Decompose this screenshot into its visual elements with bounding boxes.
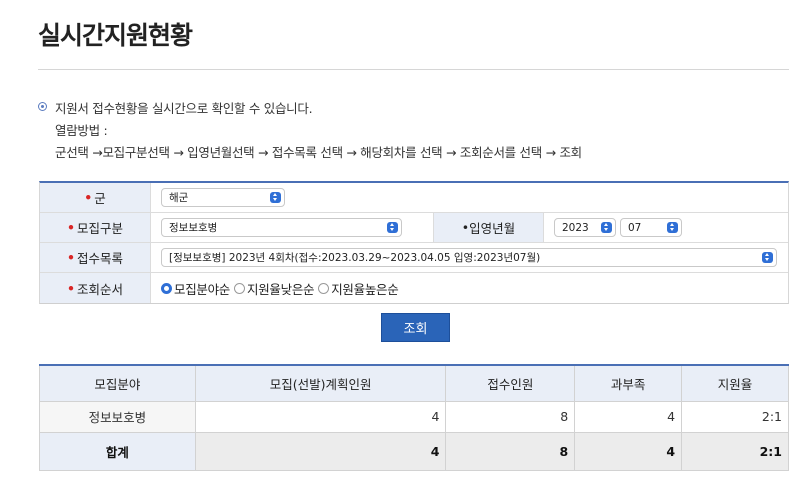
search-button[interactable]: 조회 (381, 313, 450, 342)
select-arrow-icon (387, 222, 398, 233)
form-row-order: • 조회순서 모집분야순 지원율낮은순 지원율높은순 (40, 273, 788, 303)
enlist-month-select[interactable]: 07 (620, 218, 682, 237)
select-arrow-icon (270, 192, 281, 203)
branch-label: • 군 (40, 183, 151, 212)
required-mark: • (66, 220, 75, 235)
receipt-select[interactable]: [정보보호병] 2023년 4회차(접수:2023.03.29~2023.04.… (161, 248, 777, 267)
cell-rate: 2:1 (681, 400, 789, 433)
total-surplus: 4 (574, 431, 683, 471)
select-arrow-icon (762, 252, 773, 263)
order-radio-low[interactable]: 지원율낮은순 (234, 279, 315, 298)
table-total-row: 합계 4 8 4 2:1 (39, 431, 789, 471)
col-header-rate: 지원율 (681, 364, 789, 402)
info-line-1: 지원서 접수현황을 실시간으로 확인할 수 있습니다. (55, 101, 313, 116)
enlist-year-select[interactable]: 2023 (554, 218, 616, 237)
required-mark: • (66, 250, 75, 265)
title-divider (38, 69, 789, 70)
category-label: • 모집구분 (40, 213, 151, 242)
order-radio-field[interactable]: 모집분야순 (161, 279, 230, 298)
enlist-label: • 입영년월 (433, 213, 544, 242)
radio-icon[interactable] (234, 282, 246, 294)
total-rate: 2:1 (681, 431, 789, 471)
total-plan: 4 (194, 431, 447, 471)
required-mark: • (66, 280, 75, 296)
order-radio-high[interactable]: 지원율높은순 (318, 279, 399, 298)
info-line-2: 열람방법 : (55, 123, 108, 138)
col-header-applicants: 접수인원 (445, 364, 576, 402)
col-header-surplus: 과부족 (574, 364, 683, 402)
required-mark: • (84, 190, 93, 205)
required-mark: • (461, 220, 470, 235)
table-row: 정보보호병 4 8 4 2:1 (39, 400, 789, 433)
receipt-label: • 접수목록 (40, 243, 151, 272)
radio-icon[interactable] (318, 282, 330, 294)
info-line-3: 군선택 →모집구분선택 → 입영년월선택 → 접수목록 선택 → 해당회차를 선… (55, 145, 582, 160)
search-form: • 군 해군 • 모집구분 정보보호병 • 입영년월 2023 07 • 접수목… (39, 181, 789, 304)
table-header-row: 모집분야 모집(선발)계획인원 접수인원 과부족 지원율 (39, 364, 789, 402)
cell-surplus: 4 (574, 400, 683, 433)
page-title: 실시간지원현황 (38, 21, 193, 50)
bullet-icon (38, 102, 47, 111)
form-row-category: • 모집구분 정보보호병 • 입영년월 2023 07 (40, 213, 788, 243)
branch-select[interactable]: 해군 (161, 188, 285, 207)
cell-applicants: 8 (445, 400, 576, 433)
total-applicants: 8 (445, 431, 576, 471)
select-arrow-icon (601, 222, 612, 233)
col-header-field: 모집분야 (39, 364, 196, 402)
total-label: 합계 (39, 431, 196, 471)
cell-field: 정보보호병 (39, 400, 196, 433)
form-row-receipt: • 접수목록 [정보보호병] 2023년 4회차(접수:2023.03.29~20… (40, 243, 788, 273)
order-radio-group: 모집분야순 지원율낮은순 지원율높은순 (161, 279, 402, 298)
result-table: 모집분야 모집(선발)계획인원 접수인원 과부족 지원율 정보보호병 4 8 4… (39, 364, 789, 471)
select-arrow-icon (667, 222, 678, 233)
category-select[interactable]: 정보보호병 (161, 218, 402, 237)
order-label: • 조회순서 (40, 273, 151, 303)
radio-selected-icon[interactable] (161, 282, 172, 294)
col-header-plan: 모집(선발)계획인원 (194, 364, 447, 402)
form-row-branch: • 군 해군 (40, 183, 788, 213)
cell-plan: 4 (194, 400, 447, 433)
